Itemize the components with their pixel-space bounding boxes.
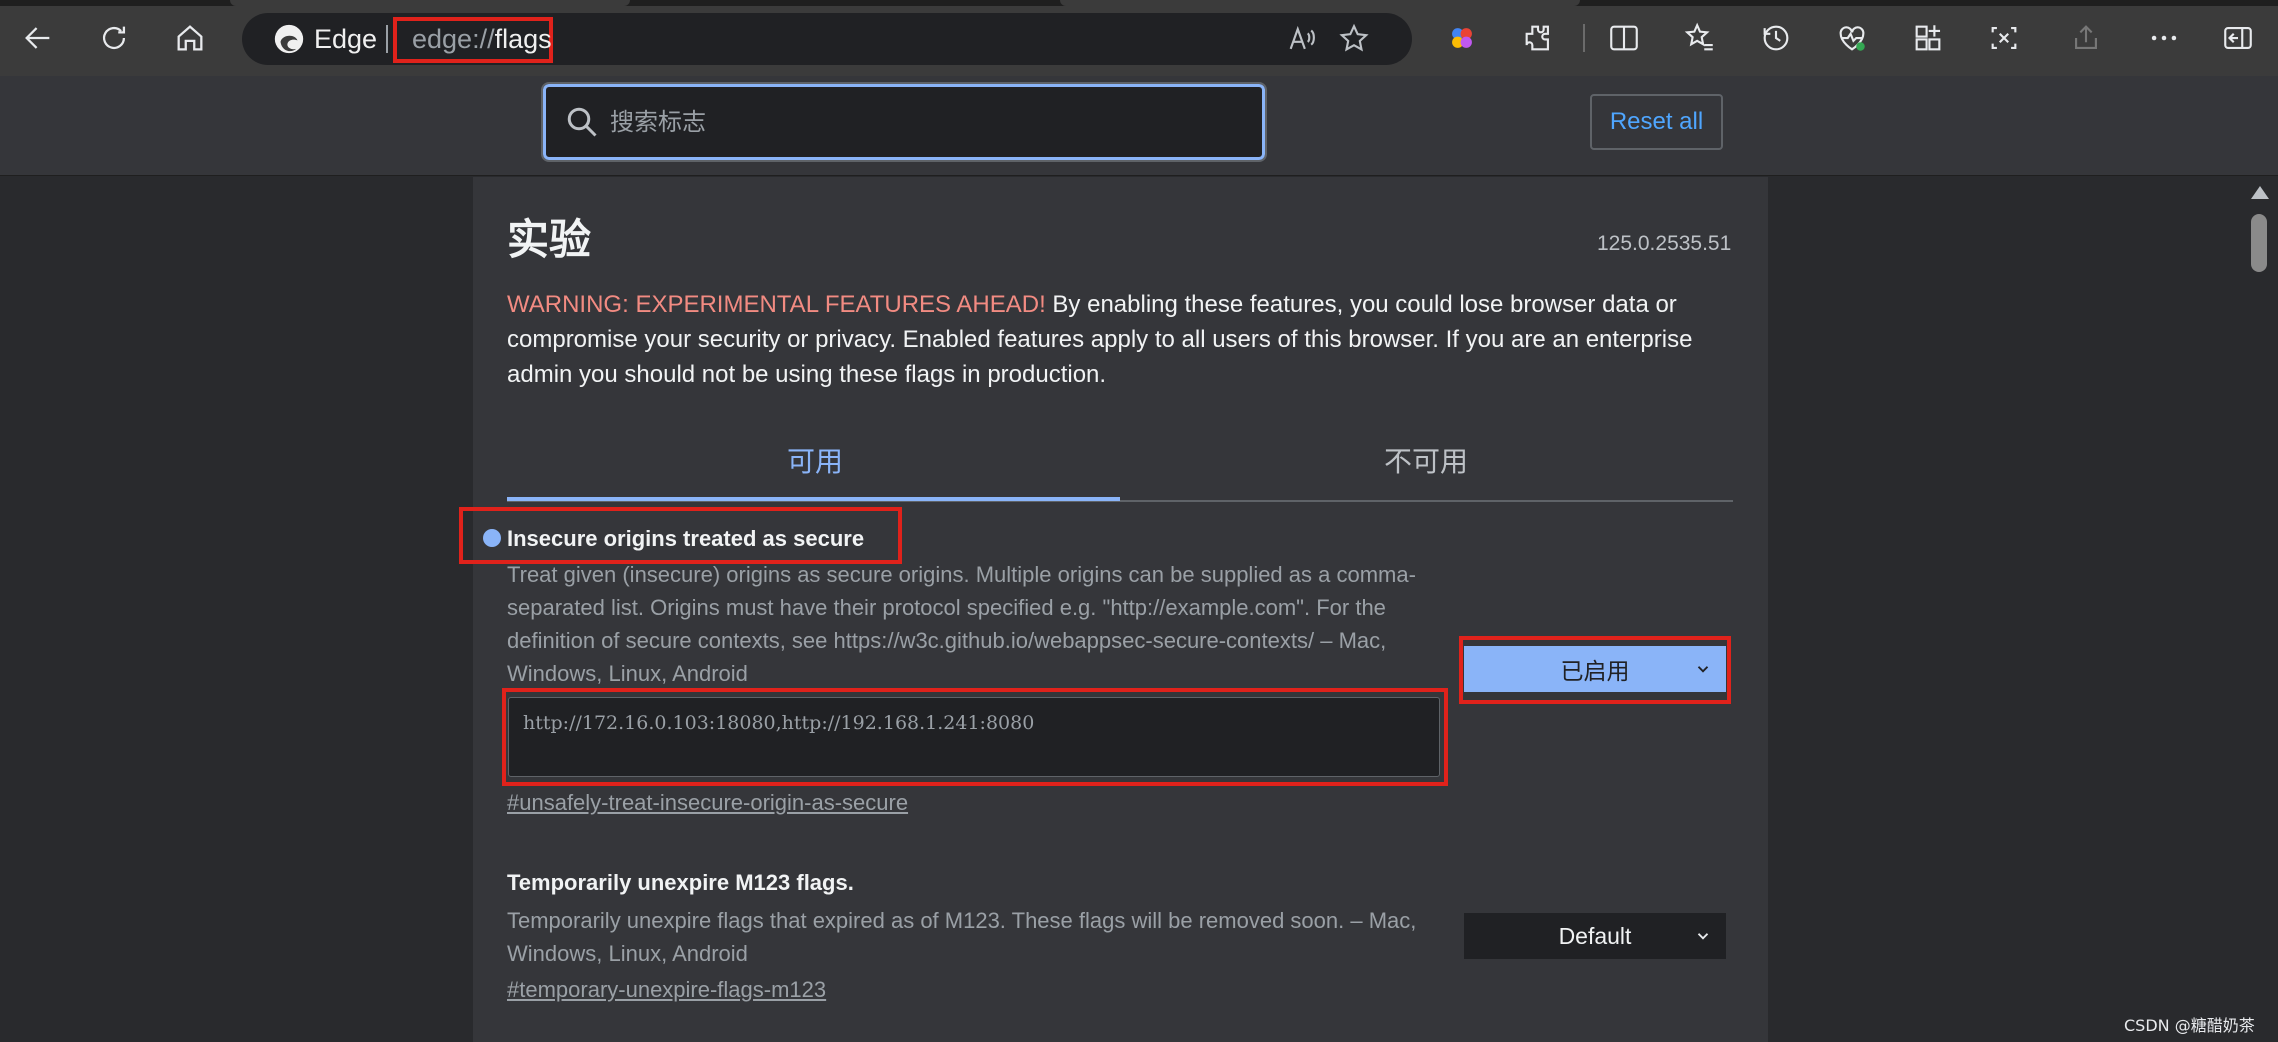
browser-toolbar: Edge edge://flags [0, 0, 2278, 76]
warning-strong: WARNING: EXPERIMENTAL FEATURES AHEAD! [507, 291, 1046, 318]
read-aloud-icon[interactable] [1282, 19, 1322, 59]
watermark: CSDN @糖醋奶茶 [2124, 1016, 2255, 1035]
copilot-icon[interactable] [1442, 18, 1482, 58]
url-path: flags [494, 24, 552, 54]
warning-message: WARNING: EXPERIMENTAL FEATURES AHEAD! By… [507, 287, 1747, 392]
version-number: 125.0.2535.51 [1597, 232, 1732, 255]
split-screen-icon[interactable] [1604, 18, 1644, 58]
collections-icon[interactable] [1908, 18, 1948, 58]
refresh-icon[interactable] [94, 18, 134, 58]
browser-window: Edge edge://flags 搜索标志 Reset all 实验 125.… [0, 0, 2278, 1042]
browser-name: Edge [314, 24, 378, 54]
extensions-icon[interactable] [1518, 18, 1558, 58]
select-value: Default [1558, 922, 1632, 949]
flag-link-unexpire-m123[interactable]: #temporary-unexpire-flags-m123 [507, 977, 826, 1003]
more-icon[interactable] [2144, 18, 2184, 58]
origins-input[interactable]: http://172.16.0.103:18080,http://192.168… [508, 697, 1440, 777]
flag-description-insecure-origins: Treat given (insecure) origins as secure… [507, 562, 1416, 686]
scroll-up-arrow-icon[interactable] [2251, 186, 2269, 199]
scrollbar-track[interactable] [2244, 177, 2278, 1042]
flag-title-insecure-origins: Insecure origins treated as secure [507, 526, 865, 551]
tab-active-indicator [507, 497, 1120, 501]
search-input[interactable] [610, 99, 1230, 145]
tab-hint-left[interactable] [230, 0, 630, 6]
scrollbar-thumb[interactable] [2251, 214, 2267, 272]
reset-all-button[interactable]: Reset all [1590, 94, 1723, 150]
select-value: 已启用 [1560, 659, 1630, 685]
sidebar-icon[interactable] [2218, 18, 2258, 58]
flag-description-unexpire-m123: Temporarily unexpire flags that expired … [507, 908, 1417, 966]
search-box[interactable] [541, 82, 1267, 162]
tab-available[interactable]: 可用 [787, 440, 843, 480]
flag-title-unexpire-m123: Temporarily unexpire M123 flags. [507, 870, 854, 895]
history-icon[interactable] [1756, 18, 1796, 58]
chevron-down-icon [1697, 666, 1709, 673]
page-title: 实验 [507, 215, 592, 264]
flag-state-select-insecure-origins[interactable]: 已启用 [1464, 646, 1726, 692]
address-separator [386, 25, 388, 53]
chevron-down-icon [1697, 933, 1709, 940]
search-icon [567, 107, 597, 137]
back-icon[interactable] [18, 18, 58, 58]
url-text[interactable]: edge://flags [412, 24, 552, 55]
performance-icon[interactable] [1832, 18, 1872, 58]
home-icon[interactable] [170, 18, 210, 58]
modified-indicator [483, 529, 501, 547]
tab-strip [0, 0, 2278, 6]
edge-logo-icon [274, 24, 304, 54]
flag-state-select-unexpire-m123[interactable]: Default [1464, 913, 1726, 959]
tab-unavailable[interactable]: 不可用 [1384, 440, 1468, 480]
url-prefix: edge:// [412, 24, 495, 54]
screenshot-icon[interactable] [1984, 18, 2024, 58]
favorite-star-icon[interactable] [1334, 19, 1374, 59]
tab-hint-right[interactable] [1060, 0, 1580, 6]
favorites-icon[interactable] [1680, 18, 1720, 58]
toolbar-separator [1583, 24, 1585, 52]
flag-link-insecure-origins[interactable]: #unsafely-treat-insecure-origin-as-secur… [507, 790, 908, 816]
share-icon[interactable] [2066, 18, 2106, 58]
